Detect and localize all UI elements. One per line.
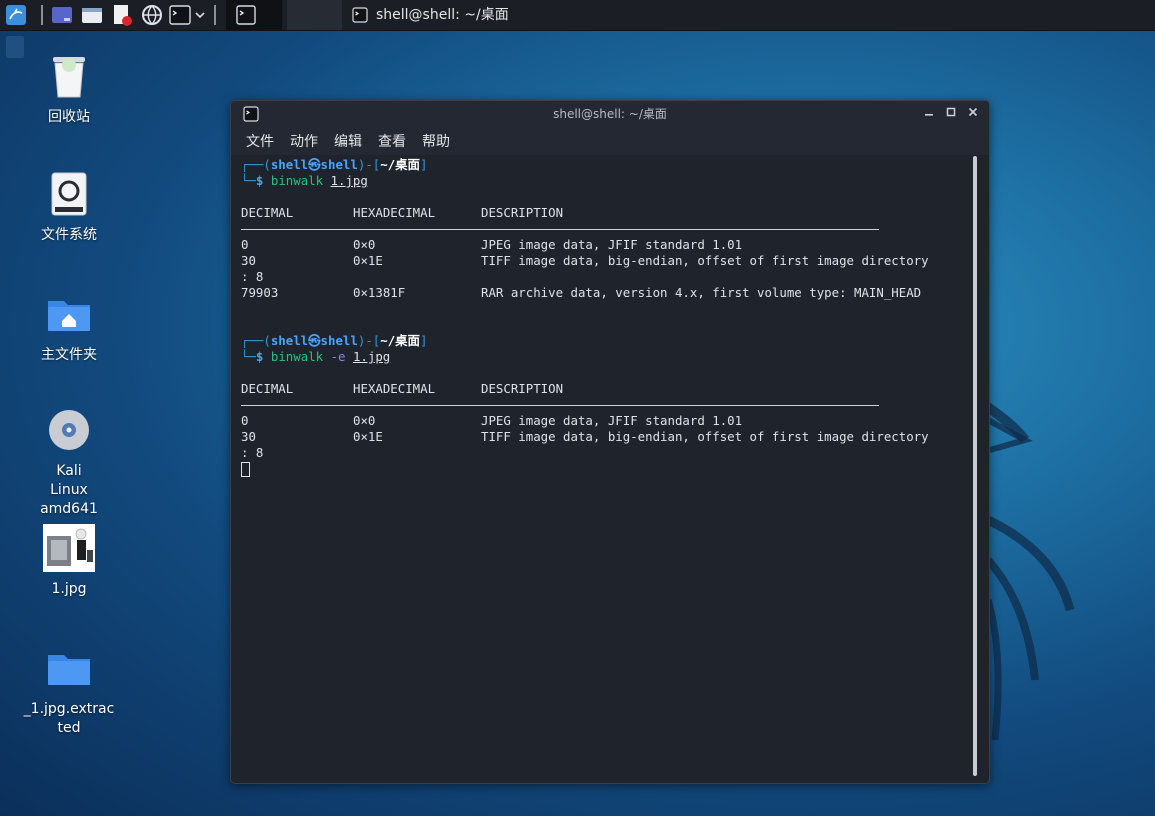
prompt-line: ┌──(shell㉿shell)-[~/桌面]: [241, 157, 428, 172]
desktop-icon-disc[interactable]: Kali Linux amd641: [14, 406, 124, 519]
prompt-host: shell: [320, 157, 358, 172]
home-folder-icon: [45, 290, 93, 338]
taskbar-title-text: shell@shell: ~/桌面: [376, 7, 509, 23]
workspace-icon[interactable]: [50, 3, 74, 27]
kali-menu-icon[interactable]: [4, 3, 28, 27]
trash-icon: [45, 52, 93, 100]
command-line: └─$ binwalk -e 1.jpg: [241, 349, 391, 364]
table-row: 79903 0×1381F RAR archive data, version 4.…: [241, 285, 922, 300]
desktop-icon-label: 1.jpg: [51, 581, 87, 597]
terminal-menubar: 文件 动作 编辑 查看 帮助: [231, 127, 989, 155]
prompt-path: ~/桌面: [380, 157, 420, 172]
desktop-icon-filesystem[interactable]: 文件系统: [14, 170, 124, 245]
minimize-icon: [925, 114, 933, 116]
desktop-icon-image[interactable]: 1.jpg: [14, 524, 124, 599]
command-flag: -e: [330, 349, 346, 364]
terminal-output[interactable]: ┌──(shell㉿shell)-[~/桌面] └─$ binwalk 1.jp…: [241, 157, 969, 777]
panel-separator: [41, 5, 43, 25]
table-row: : 8: [241, 445, 264, 460]
desktop-icon-label: 文件系统: [41, 227, 97, 243]
maximize-button[interactable]: [943, 106, 959, 122]
desktop-icon-label: 回收站: [48, 109, 90, 125]
prompt-line: ┌──(shell㉿shell)-[~/桌面]: [241, 333, 428, 348]
terminal-titlebar[interactable]: shell@shell: ~/桌面: [231, 101, 989, 127]
table-row: 0 0×0 JPEG image data, JFIF standard 1.01: [241, 237, 743, 252]
table-header: DECIMAL HEXADECIMAL DESCRIPTION: [241, 381, 564, 396]
desktop-icon-trash[interactable]: 回收站: [14, 52, 124, 127]
terminal-launcher-icon[interactable]: [168, 3, 192, 27]
file-manager-icon[interactable]: [80, 3, 104, 27]
desktop-icon-label: Kali Linux amd641: [40, 463, 98, 517]
taskbar-active-window[interactable]: [226, 0, 282, 30]
header-description: DESCRIPTION: [481, 205, 564, 220]
drive-icon: [45, 170, 93, 218]
close-icon: [968, 107, 978, 117]
table-row: 30 0×1E TIFF image data, big-endian, offse…: [241, 253, 929, 268]
browser-icon[interactable]: [140, 3, 164, 27]
scrollbar[interactable]: [973, 156, 977, 776]
terminal-window[interactable]: shell@shell: ~/桌面 文件 动作 编辑 查看 帮助 ┌──(she…: [230, 100, 990, 784]
table-header: DECIMAL HEXADECIMAL DESCRIPTION: [241, 205, 969, 221]
menu-edit[interactable]: 编辑: [334, 131, 362, 151]
disc-icon: [45, 406, 93, 454]
table-row: 0 0×0 JPEG image data, JFIF standard 1.01: [241, 413, 743, 428]
taskbar-workspace-slot[interactable]: [287, 0, 342, 30]
close-button[interactable]: [965, 106, 981, 122]
command-bin: binwalk: [270, 349, 324, 364]
desktop-icon-label: _1.jpg.extracted: [23, 701, 115, 736]
table-row: 30 0×1E TIFF image data, big-endian, offse…: [241, 429, 929, 444]
terminal-icon: [352, 7, 368, 23]
folder-icon: [45, 644, 93, 692]
table-row: : 8: [241, 269, 264, 284]
desktop-icon-extracted-folder[interactable]: _1.jpg.extracted: [14, 644, 124, 738]
panel-separator: [214, 5, 216, 25]
menu-help[interactable]: 帮助: [422, 131, 450, 151]
command-line: └─$ binwalk 1.jpg: [241, 173, 368, 188]
desktop-icon-label: 主文件夹: [41, 347, 97, 363]
divider: [241, 405, 879, 406]
text-cursor: [241, 462, 250, 477]
divider: [241, 229, 879, 230]
prompt-user: shell: [270, 157, 309, 172]
chevron-down-icon[interactable]: [192, 3, 208, 27]
terminal-title: shell@shell: ~/桌面: [553, 107, 667, 121]
maximize-icon: [946, 107, 956, 117]
image-thumbnail: [43, 524, 95, 572]
header-decimal: DECIMAL: [241, 205, 294, 220]
command-arg: 1.jpg: [352, 349, 391, 364]
desktop-icon-home[interactable]: 主文件夹: [14, 290, 124, 365]
command-arg: 1.jpg: [330, 173, 368, 188]
cursor-line: [241, 461, 969, 477]
text-editor-icon[interactable]: [110, 3, 134, 27]
header-hex: HEXADECIMAL: [353, 205, 436, 220]
menu-file[interactable]: 文件: [246, 131, 274, 151]
top-panel: shell@shell: ~/桌面: [0, 0, 1155, 31]
menu-view[interactable]: 查看: [378, 131, 406, 151]
command-bin: binwalk: [270, 173, 324, 188]
taskbar-window-title[interactable]: shell@shell: ~/桌面: [352, 0, 509, 30]
menu-actions[interactable]: 动作: [290, 131, 318, 151]
terminal-icon: [236, 5, 256, 25]
minimize-button[interactable]: [921, 106, 937, 122]
